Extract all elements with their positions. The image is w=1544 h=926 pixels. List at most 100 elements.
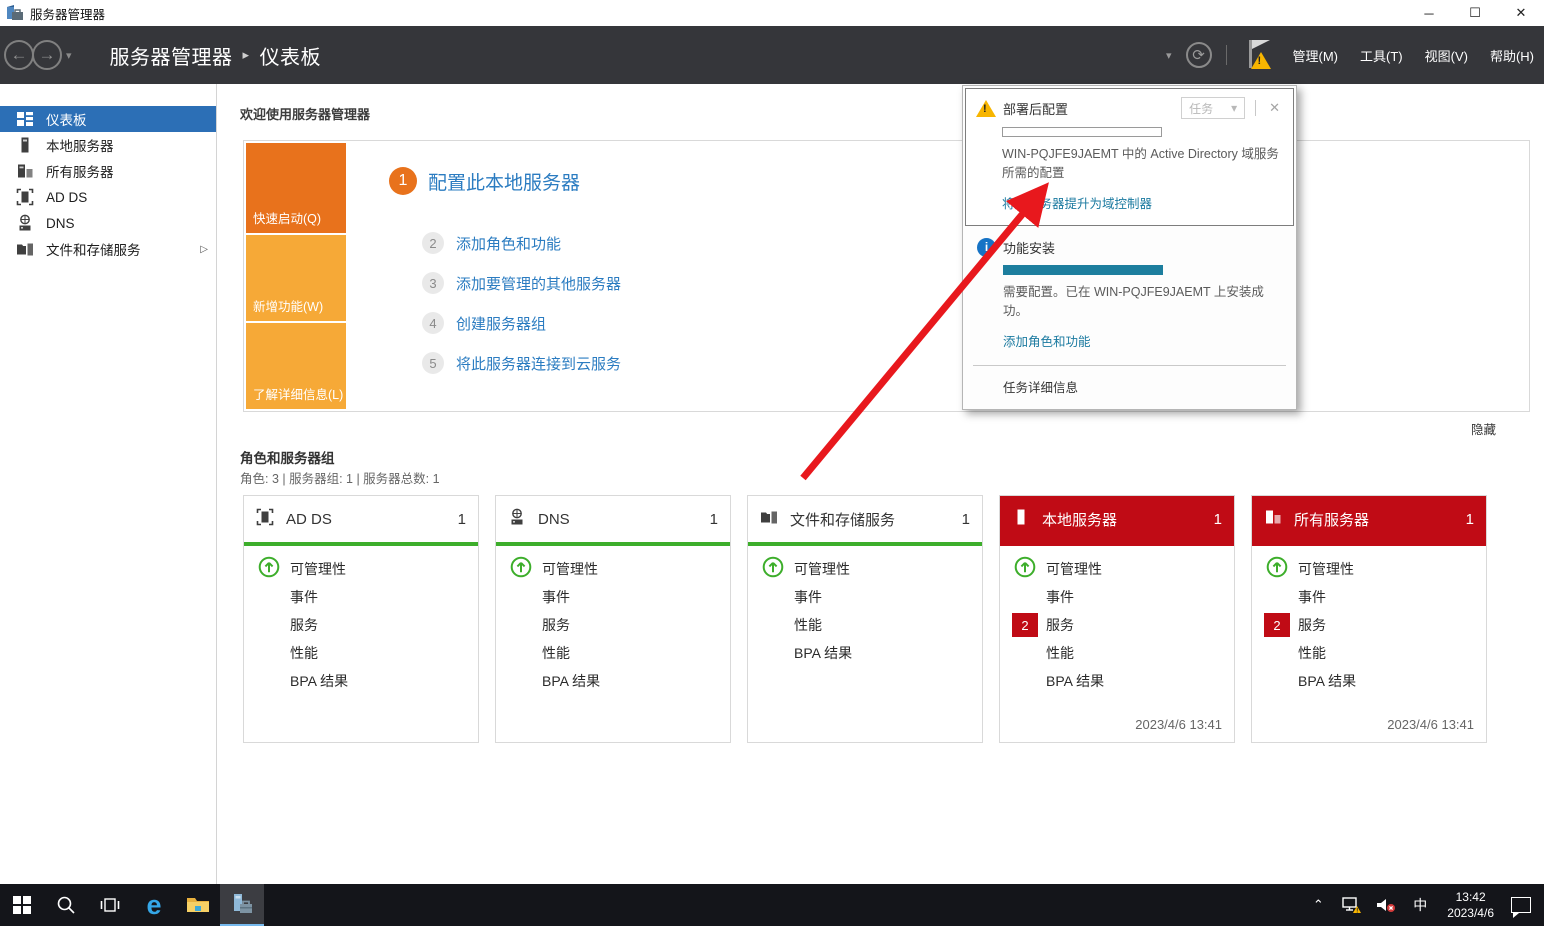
card-row: 可管理性 xyxy=(1252,555,1486,583)
hide-welcome-link[interactable]: 隐藏 xyxy=(1471,419,1496,438)
action-center-icon[interactable] xyxy=(1506,884,1536,926)
card-header[interactable]: AD DS1 xyxy=(244,496,478,546)
card-row-link[interactable]: 事件 xyxy=(1046,587,1074,607)
refresh-icon[interactable]: ⟳ xyxy=(1186,42,1212,68)
notifications-flag-icon[interactable] xyxy=(1241,38,1275,72)
card-row-link[interactable]: 性能 xyxy=(1046,643,1074,663)
ime-indicator[interactable]: 中 xyxy=(1405,884,1435,926)
tasks-dropdown-button[interactable]: 任务 ▾ xyxy=(1181,97,1245,119)
role-card-local-server: 本地服务器1可管理性事件2服务性能BPA 结果2023/4/6 13:41 xyxy=(999,495,1235,743)
card-row-link[interactable]: 性能 xyxy=(542,643,570,663)
card-header[interactable]: 本地服务器1 xyxy=(1000,496,1234,546)
card-row-link[interactable]: 服务 xyxy=(290,615,318,635)
card-row-link[interactable]: 性能 xyxy=(794,615,822,635)
roles-summary: 角色: 3 | 服务器组: 1 | 服务器总数: 1 xyxy=(240,468,440,487)
tasks-button-label: 任务 xyxy=(1189,100,1213,117)
taskbar: e ⌃ ! 中 13:42 2023/4/6 xyxy=(0,884,1544,926)
welcome-tab-whats-new[interactable]: 新增功能(W) xyxy=(246,235,346,321)
card-row-link[interactable]: 可管理性 xyxy=(1046,559,1102,579)
card-header[interactable]: 所有服务器1 xyxy=(1252,496,1486,546)
welcome-tile: 快速启动(Q)新增功能(W)了解详细信息(L) 1配置此本地服务器2添加角色和功… xyxy=(243,140,1530,412)
warning-badge-icon xyxy=(1251,52,1271,69)
welcome-step-link[interactable]: 添加角色和功能 xyxy=(456,233,561,254)
card-row-link[interactable]: 性能 xyxy=(290,643,318,663)
info-icon: i xyxy=(977,238,996,257)
sidebar-item-local-server[interactable]: 本地服务器 xyxy=(0,132,216,158)
card-row-link[interactable]: 事件 xyxy=(1298,587,1326,607)
maximize-button[interactable]: ☐ xyxy=(1452,0,1498,26)
minimize-button[interactable]: ─ xyxy=(1406,0,1452,26)
server-manager-app-icon xyxy=(6,5,24,21)
network-status-icon[interactable]: ! xyxy=(1337,884,1367,926)
menu-view[interactable]: 视图(V) xyxy=(1425,46,1468,65)
card-header[interactable]: DNS1 xyxy=(496,496,730,546)
card-row: 性能 xyxy=(1000,639,1234,667)
card-row-link[interactable]: 服务 xyxy=(1046,615,1074,635)
internet-explorer-icon[interactable]: e xyxy=(132,884,176,926)
chevron-right-icon[interactable]: ▷ xyxy=(200,244,208,255)
welcome-step-link[interactable]: 配置此本地服务器 xyxy=(428,168,580,195)
sidebar-item-dns[interactable]: DNS xyxy=(0,210,216,236)
sidebar-item-dashboard[interactable]: 仪表板 xyxy=(0,106,216,132)
card-row-link[interactable]: 事件 xyxy=(290,587,318,607)
welcome-step-link[interactable]: 添加要管理的其他服务器 xyxy=(456,273,621,294)
welcome-step-2: 2添加角色和功能 xyxy=(422,232,561,254)
taskbar-clock[interactable]: 13:42 2023/4/6 xyxy=(1439,889,1502,921)
close-notification-icon[interactable]: ✕ xyxy=(1266,100,1283,116)
nav-history-caret-icon[interactable]: ▾ xyxy=(66,49,72,62)
card-row: 服务 xyxy=(244,611,478,639)
sidebar-item-ad-ds[interactable]: AD DS xyxy=(0,184,216,210)
card-row-link[interactable]: 事件 xyxy=(794,587,822,607)
menu-manage[interactable]: 管理(M) xyxy=(1293,46,1339,65)
sidebar-item-file-storage[interactable]: 文件和存储服务▷ xyxy=(0,236,216,262)
welcome-tab-label: 了解详细信息(L) xyxy=(253,384,343,403)
task-details-link[interactable]: 任务详细信息 xyxy=(963,366,1296,409)
card-row-link[interactable]: 可管理性 xyxy=(542,559,598,579)
card-row-link[interactable]: BPA 结果 xyxy=(290,671,348,691)
start-button[interactable] xyxy=(0,884,44,926)
breadcrumb-current[interactable]: 仪表板 xyxy=(260,41,322,70)
chevron-down-icon[interactable]: ▾ xyxy=(1166,49,1172,62)
breadcrumb-root[interactable]: 服务器管理器 xyxy=(110,41,233,70)
task-view-icon[interactable] xyxy=(88,884,132,926)
card-row-link[interactable]: 可管理性 xyxy=(290,559,346,579)
notification-title: 部署后配置 xyxy=(1003,99,1174,118)
card-row: BPA 结果 xyxy=(748,639,982,667)
add-roles-features-link[interactable]: 添加角色和功能 xyxy=(1003,331,1091,350)
promote-to-domain-controller-link[interactable]: 将此服务器提升为域控制器 xyxy=(1002,193,1152,212)
file-explorer-icon[interactable] xyxy=(176,884,220,926)
card-row-link[interactable]: 服务 xyxy=(542,615,570,635)
card-row-link[interactable]: BPA 结果 xyxy=(794,643,852,663)
window-title: 服务器管理器 xyxy=(30,4,1406,23)
card-row-link[interactable]: 可管理性 xyxy=(1298,559,1354,579)
welcome-tab-quick-start[interactable]: 快速启动(Q) xyxy=(246,143,346,233)
card-row: 2服务 xyxy=(1252,611,1486,639)
card-header[interactable]: 文件和存储服务1 xyxy=(748,496,982,546)
welcome-tab-learn-more[interactable]: 了解详细信息(L) xyxy=(246,323,346,409)
sidebar-item-label: 所有服务器 xyxy=(46,161,114,181)
welcome-step-link[interactable]: 创建服务器组 xyxy=(456,313,546,334)
volume-muted-icon[interactable] xyxy=(1371,884,1401,926)
sidebar-item-all-servers[interactable]: 所有服务器 xyxy=(0,158,216,184)
card-row-link[interactable]: BPA 结果 xyxy=(1046,671,1104,691)
roles-heading: 角色和服务器组 xyxy=(240,447,335,467)
progress-bar-full xyxy=(1003,265,1163,275)
card-row-link[interactable]: 事件 xyxy=(542,587,570,607)
card-row-link[interactable]: BPA 结果 xyxy=(1298,671,1356,691)
card-row-link[interactable]: 性能 xyxy=(1298,643,1326,663)
search-icon[interactable] xyxy=(44,884,88,926)
close-button[interactable]: ✕ xyxy=(1498,0,1544,26)
card-row-link[interactable]: 可管理性 xyxy=(794,559,850,579)
forward-icon[interactable]: → xyxy=(32,40,62,70)
card-title: 本地服务器 xyxy=(1042,509,1117,530)
menu-help[interactable]: 帮助(H) xyxy=(1490,46,1534,65)
back-icon[interactable]: ← xyxy=(4,40,34,70)
welcome-step-link[interactable]: 将此服务器连接到云服务 xyxy=(456,353,621,374)
menu-tools[interactable]: 工具(T) xyxy=(1360,46,1403,65)
server-manager-taskbar-icon[interactable] xyxy=(220,884,264,926)
role-card-file-storage: 文件和存储服务1 可管理性事件性能 BPA 结果 xyxy=(747,495,983,743)
card-row-link[interactable]: BPA 结果 xyxy=(542,671,600,691)
hidden-icons-chevron-icon[interactable]: ⌃ xyxy=(1303,884,1333,926)
card-row-link[interactable]: 服务 xyxy=(1298,615,1326,635)
card-row: 性能 xyxy=(748,611,982,639)
